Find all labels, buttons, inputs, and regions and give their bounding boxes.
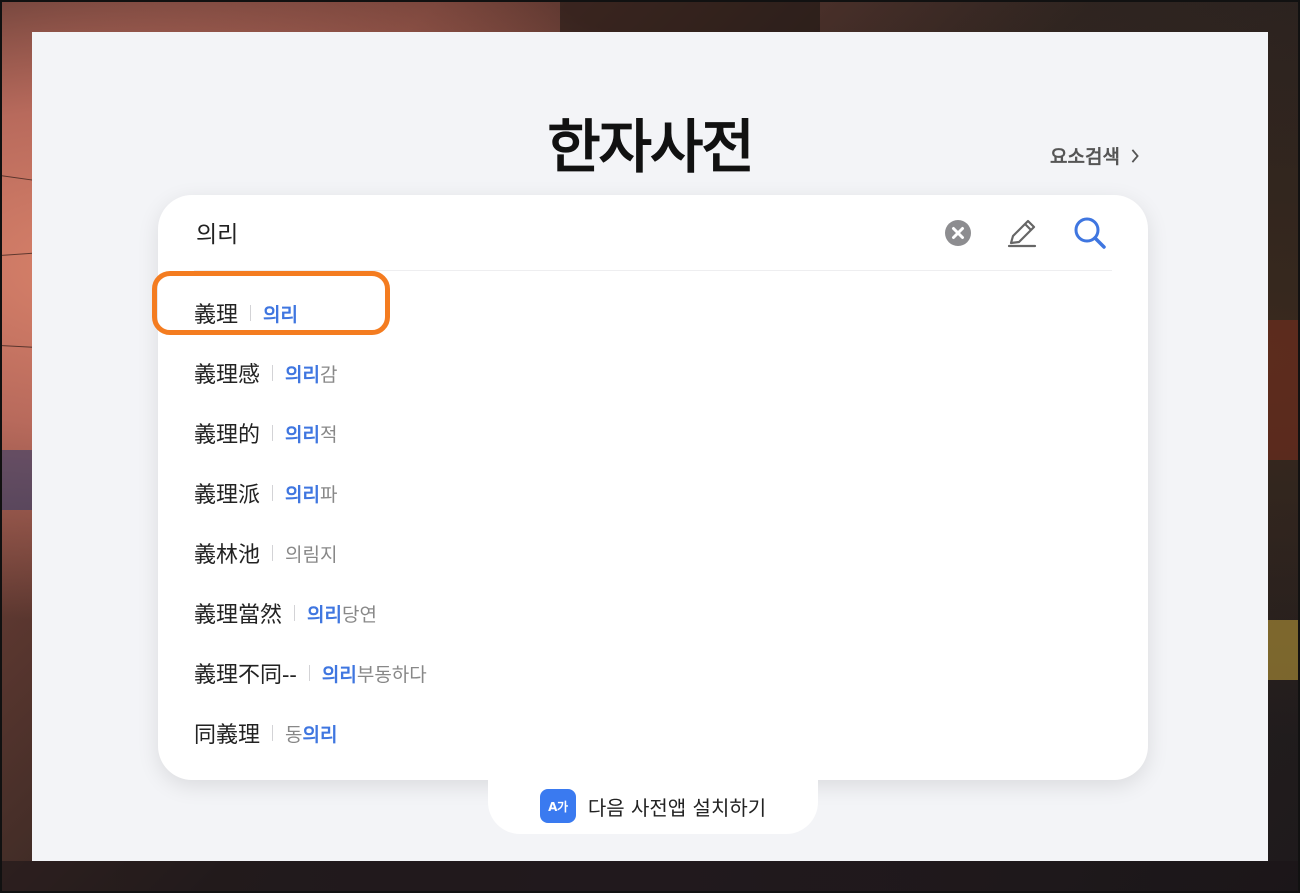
search-card: 義理 의리 義理感 의리감 義理的 의리적 義理派 의리파 義林池 [152,195,1148,780]
separator [308,665,310,681]
suggestion-hanja: 義理感 [194,363,261,388]
search-button[interactable] [1072,215,1108,251]
separator [272,545,274,561]
suggestion-hangul: 의리적 [285,423,338,446]
magnifier-icon [1074,217,1106,249]
suggestion-hangul: 의리당연 [307,603,377,626]
install-app-label: 다음 사전앱 설치하기 [587,795,767,820]
dictionary-app-icon: A가 [539,789,576,823]
suggestion-hanja: 義理 [194,303,239,328]
suggestion-item[interactable]: 同義理 동의리 [158,703,1148,763]
suggestion-hanja: 義理當然 [194,603,283,628]
suggestion-hangul: 의리파 [285,483,338,506]
suggestion-item[interactable]: 義理的 의리적 [158,403,1148,463]
handwriting-button[interactable] [1004,215,1040,251]
clear-button[interactable] [940,215,976,251]
search-input[interactable] [194,211,918,253]
suggestion-hangul: 의리 [263,303,298,326]
separator [250,305,252,321]
suggestion-hanja: 義林池 [194,543,261,568]
separator [272,365,274,381]
suggestion-item[interactable]: 義理 의리 [158,283,1148,343]
suggestion-hangul: 의림지 [285,543,338,566]
input-divider [194,270,1112,271]
separator [294,605,296,621]
suggestion-item[interactable]: 義理當然 의리당연 [158,583,1148,643]
separator [272,725,274,741]
pencil-icon [1007,219,1037,248]
install-app-button[interactable]: A가 다음 사전앱 설치하기 [488,772,818,834]
suggestion-item[interactable]: 義林池 의림지 [158,523,1148,583]
suggestion-hanja: 同義理 [194,723,261,748]
chevron-right-icon [1131,148,1139,163]
clear-circle-icon [945,220,971,246]
suggestion-item[interactable]: 義理感 의리감 [158,343,1148,403]
suggestion-item[interactable]: 義理派 의리파 [158,463,1148,523]
suggestion-item[interactable]: 義理不同-- 의리부동하다 [158,643,1148,703]
element-search-link[interactable]: 요소검색 [1050,142,1142,169]
suggestion-hangul: 동의리 [285,723,338,746]
dictionary-panel: 한자사전 요소검색 의리 義理 의리 義理感 의리감 義理的 의리적 義理派 의… [32,32,1268,861]
suggestion-hanja: 義理的 [194,423,261,448]
suggestion-hangul: 의리감 [285,363,338,386]
separator [272,425,274,441]
element-search-label: 요소검색 [1050,146,1120,168]
suggestion-hangul: 의리부동하다 [321,663,427,686]
suggestion-hanja: 義理不同-- [194,663,297,688]
separator [272,485,274,501]
suggestion-hanja: 義理派 [194,483,261,508]
suggestion-list: 義理 의리 義理感 의리감 義理的 의리적 義理派 의리파 義林池 의림지 義理… [158,283,1148,763]
